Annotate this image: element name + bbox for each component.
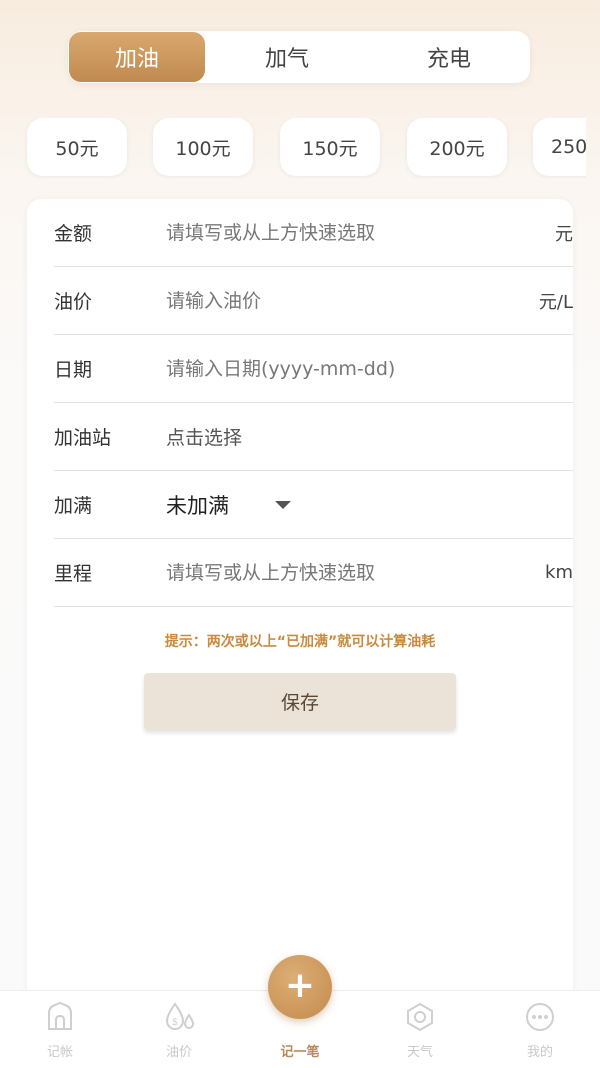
- amount-label: 金额: [54, 223, 93, 245]
- date-row: 日期: [54, 335, 573, 403]
- save-button[interactable]: 保存: [144, 673, 456, 730]
- caret-down-icon: [275, 500, 291, 509]
- price-label: 油价: [54, 291, 93, 313]
- fuel-tip: 提示：两次或以上“已加满”就可以计算油耗: [164, 634, 436, 650]
- quick-amount-150[interactable]: 150元: [280, 118, 380, 176]
- form-card: 金额 元 油价 元/L 日期 加油站 点击选择 加满 未加满 里程 km: [27, 199, 573, 1029]
- full-row: 加满 未加满: [54, 471, 573, 539]
- amount-row: 金额 元: [54, 199, 573, 267]
- price-row: 油价 元/L: [54, 267, 573, 335]
- nav-label-oil-price: 油价: [165, 1045, 192, 1060]
- full-select[interactable]: 未加满: [166, 490, 291, 520]
- tab-gas[interactable]: 加气: [206, 31, 368, 83]
- fuel-type-tabs: 加油 加气 充电: [68, 31, 530, 83]
- nav-item-mine[interactable]: 我的: [495, 1001, 585, 1060]
- date-input[interactable]: [166, 357, 573, 380]
- nav-item-ledger[interactable]: 记帐: [15, 1001, 105, 1060]
- nav-item-oil-price[interactable]: $ 油价: [134, 1001, 224, 1060]
- quick-amount-50[interactable]: 50元: [27, 118, 127, 176]
- quick-amount-200[interactable]: 200元: [407, 118, 507, 176]
- nav-label-add-record: 记一笔: [280, 1045, 320, 1060]
- price-unit: 元/L: [538, 291, 573, 313]
- nav-item-weather[interactable]: 天气: [375, 1001, 465, 1060]
- mileage-label: 里程: [54, 563, 93, 585]
- amount-input[interactable]: [166, 221, 555, 244]
- mileage-row: 里程 km: [54, 539, 573, 607]
- nav-label-ledger: 记帐: [46, 1045, 73, 1060]
- price-input[interactable]: [166, 289, 539, 312]
- more-icon: [526, 1003, 554, 1031]
- nav-label-weather: 天气: [406, 1045, 433, 1060]
- tab-charge[interactable]: 充电: [368, 31, 530, 83]
- hexagon-icon: [407, 1002, 433, 1032]
- mileage-unit: km: [545, 562, 573, 583]
- station-row[interactable]: 加油站 点击选择: [54, 403, 573, 471]
- mileage-input[interactable]: [166, 561, 546, 584]
- plus-icon: +: [284, 964, 316, 1006]
- quick-amount-250[interactable]: 250: [533, 118, 586, 176]
- tab-refuel[interactable]: 加油: [69, 32, 205, 82]
- svg-text:$: $: [172, 1017, 178, 1028]
- full-select-value: 未加满: [166, 493, 229, 518]
- full-label: 加满: [54, 495, 93, 517]
- station-label: 加油站: [54, 427, 112, 449]
- amount-unit: 元: [555, 223, 573, 245]
- add-record-button[interactable]: +: [268, 955, 332, 1019]
- home-icon: [48, 1001, 72, 1030]
- oil-drop-icon: $: [165, 1002, 195, 1030]
- date-label: 日期: [54, 359, 93, 381]
- quick-amount-row: 50元 100元 150元 200元 250: [0, 118, 586, 178]
- nav-label-mine: 我的: [526, 1045, 553, 1060]
- quick-amount-100[interactable]: 100元: [153, 118, 253, 176]
- station-picker[interactable]: 点击选择: [166, 423, 242, 450]
